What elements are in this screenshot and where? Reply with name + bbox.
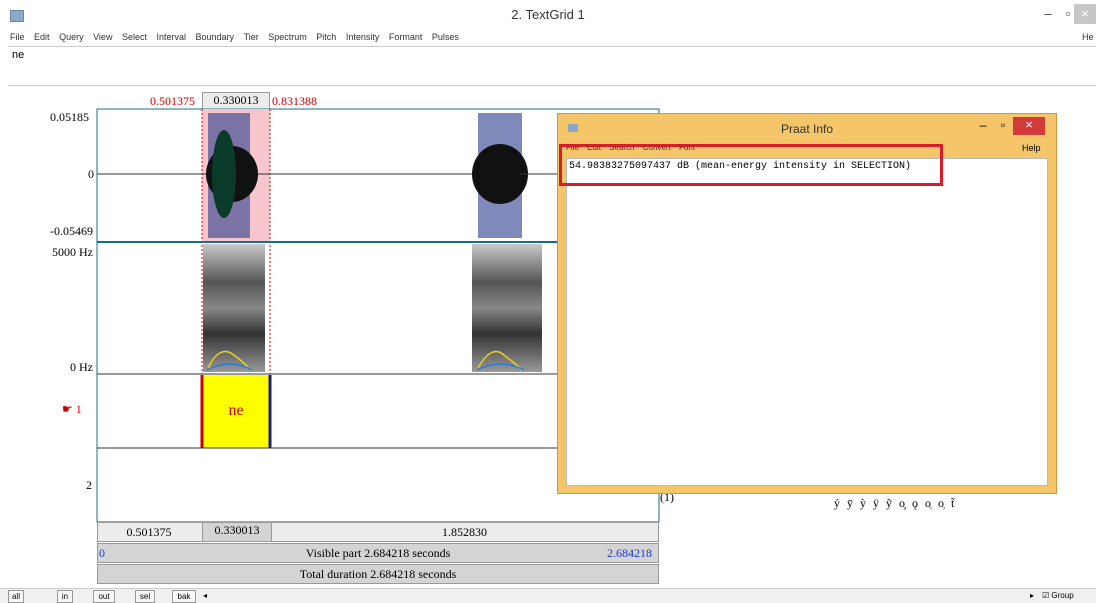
info-menu-help[interactable]: Help xyxy=(1022,143,1041,153)
visible-part-label: Visible part 2.684218 seconds xyxy=(305,546,451,560)
menu-bar: File Edit Query View Select Interval Bou… xyxy=(0,30,1096,44)
ipa-symbols[interactable]: ý ȳ ỳ ÿ ỹ o̧ ǫ o̜ o̹ t̃ xyxy=(834,496,956,511)
menu-edit[interactable]: Edit xyxy=(34,32,50,42)
tier-2-label[interactable]: 2 xyxy=(86,478,92,493)
menu-pulses[interactable]: Pulses xyxy=(432,32,459,42)
interval-text-area[interactable]: ne xyxy=(8,46,1096,86)
time-row-1-left[interactable]: 0.501375 xyxy=(97,525,201,540)
time-row-1-right[interactable]: 1.852830 xyxy=(270,525,659,540)
interval-text-value: ne xyxy=(12,49,25,61)
wave-max-label: 0.05185 xyxy=(50,110,89,124)
info-restore-button[interactable]: ▫ xyxy=(993,118,1013,134)
menu-file[interactable]: File xyxy=(10,32,25,42)
spectrum-bottom-label: 0 Hz xyxy=(70,360,93,374)
menu-pitch[interactable]: Pitch xyxy=(316,32,336,42)
group-check-icon: ☑ xyxy=(1042,591,1050,600)
wave-zero-label: 0 xyxy=(88,167,94,181)
time-row-1-mid[interactable]: 0.330013 xyxy=(202,523,272,541)
bottom-scrollbar[interactable] xyxy=(0,588,1096,603)
menu-view[interactable]: View xyxy=(93,32,112,42)
menu-intensity[interactable]: Intensity xyxy=(346,32,380,42)
interval-label[interactable]: ne xyxy=(202,402,270,420)
in-button[interactable]: in xyxy=(57,590,73,603)
tier-1-label[interactable]: ☛ 1 xyxy=(62,402,82,417)
menu-help[interactable]: He xyxy=(1082,32,1094,42)
visible-end: 2.684218 xyxy=(607,546,652,560)
highlight-box xyxy=(559,144,943,186)
menu-query[interactable]: Query xyxy=(59,32,84,42)
info-output-area[interactable]: 54.98383275097437 dB (mean-energy intens… xyxy=(566,158,1048,486)
info-close-button[interactable]: × xyxy=(1013,117,1045,135)
menu-boundary[interactable]: Boundary xyxy=(196,32,235,42)
waveform-burst-2 xyxy=(472,113,540,238)
total-duration-label: Total duration 2.684218 seconds xyxy=(299,567,457,581)
out-button[interactable]: out xyxy=(93,590,115,603)
menu-interval[interactable]: Interval xyxy=(157,32,187,42)
bak-button[interactable]: bak xyxy=(172,590,196,603)
title-bar: 2. TextGrid 1 – ▫ × xyxy=(0,0,1096,30)
spectrogram-block-1 xyxy=(203,244,265,372)
menu-formant[interactable]: Formant xyxy=(389,32,423,42)
close-button[interactable]: × xyxy=(1074,4,1096,24)
group-checkbox[interactable]: ☑ Group xyxy=(1042,590,1096,601)
all-button[interactable]: all xyxy=(8,590,24,603)
sel-button[interactable]: sel xyxy=(135,590,155,603)
menu-select[interactable]: Select xyxy=(122,32,147,42)
info-minimize-button[interactable]: – xyxy=(973,118,993,134)
scroll-right-icon[interactable]: ▸ xyxy=(1026,591,1038,600)
spectrum-top-label: 5000 Hz xyxy=(52,245,93,259)
menu-tier[interactable]: Tier xyxy=(244,32,259,42)
spectrogram-block-2 xyxy=(472,244,542,372)
menu-spectrum[interactable]: Spectrum xyxy=(268,32,307,42)
window-title: 2. TextGrid 1 xyxy=(511,7,585,22)
praat-info-window[interactable]: Praat Info – ▫ × File Edit Search Conver… xyxy=(557,113,1057,494)
wave-min-label: -0.05469 xyxy=(50,224,93,238)
group-label: Group xyxy=(1051,591,1074,600)
scroll-left-icon[interactable]: ◂ xyxy=(198,591,212,600)
